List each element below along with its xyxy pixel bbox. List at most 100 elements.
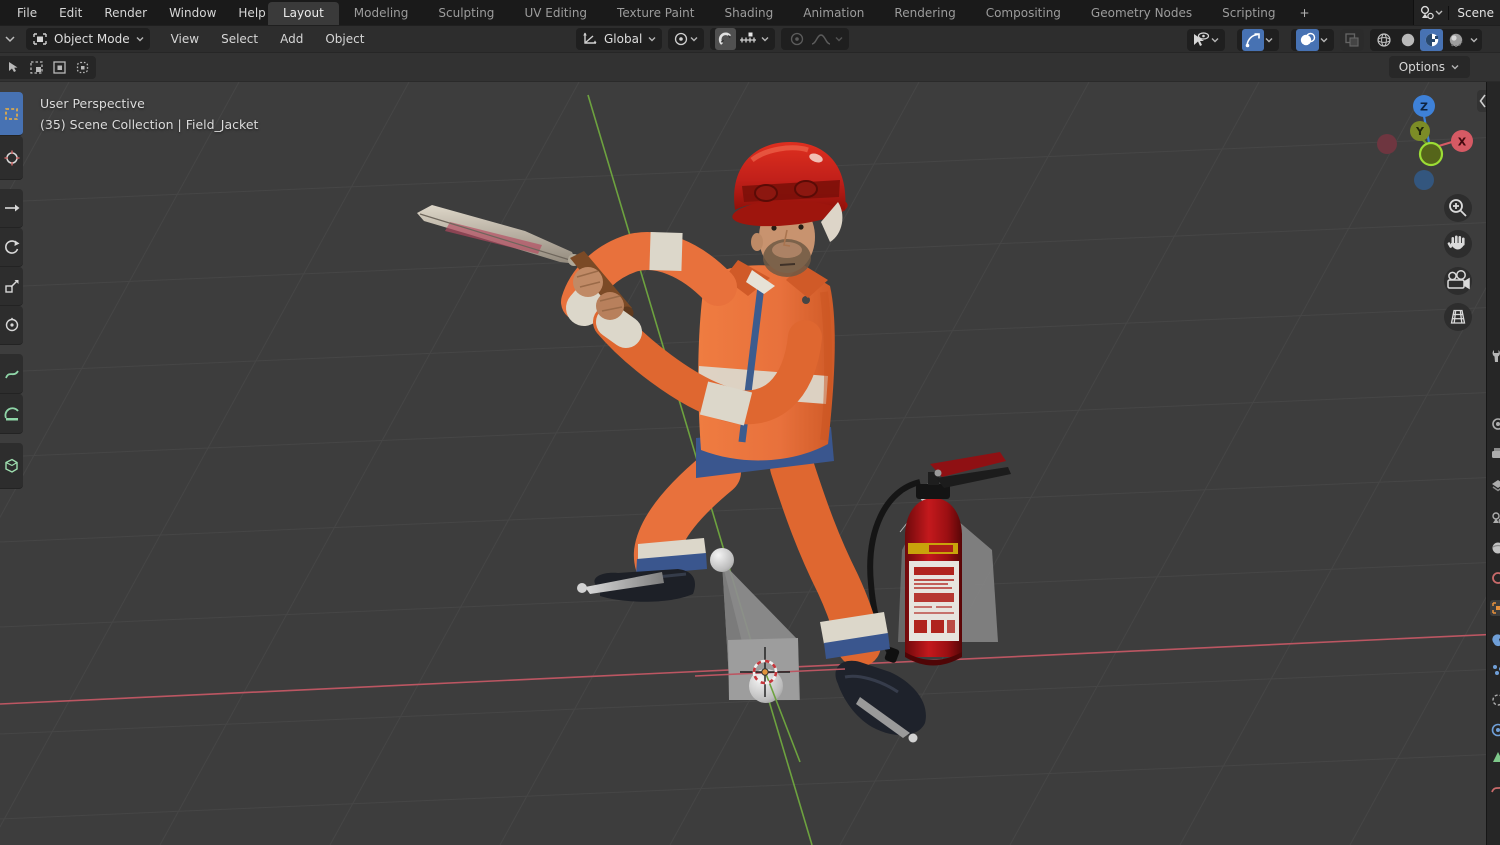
output-properties-tab-icon[interactable] <box>1490 446 1500 462</box>
menu-edit[interactable]: Edit <box>48 3 93 23</box>
mode-selector[interactable]: Object Mode <box>26 28 150 50</box>
pan-button[interactable] <box>1444 230 1472 258</box>
tool-properties-tab-icon[interactable] <box>1490 348 1500 364</box>
menu-object[interactable]: Object <box>314 29 375 49</box>
measure-tool-icon <box>4 406 19 420</box>
data-properties-tab-icon[interactable] <box>1490 750 1500 766</box>
shading-rendered-button[interactable] <box>1444 29 1467 51</box>
select-tweak-button[interactable] <box>3 58 24 77</box>
tab-sculpting[interactable]: Sculpting <box>423 2 509 25</box>
tab-animation[interactable]: Animation <box>788 2 879 25</box>
menu-view[interactable]: View <box>160 29 210 49</box>
chevron-down-icon <box>1265 38 1273 43</box>
3d-viewport[interactable]: Y Z X User Perspective (35) Scene Collec… <box>0 82 1500 845</box>
snap-toggle[interactable] <box>715 28 737 50</box>
proportional-falloff-selector[interactable] <box>808 28 834 50</box>
menu-file[interactable]: File <box>6 3 48 23</box>
select-box-button[interactable] <box>26 58 47 77</box>
magnet-icon <box>719 32 732 45</box>
ortho-toggle-button[interactable] <box>1444 303 1472 331</box>
world-properties-tab-icon[interactable] <box>1490 540 1500 556</box>
tool-move[interactable] <box>0 189 23 228</box>
particle-properties-tab-icon[interactable] <box>1490 662 1500 678</box>
gizmo-axis-neg-x[interactable] <box>1377 134 1397 154</box>
rotate-tool-icon <box>4 240 19 254</box>
tool-annotate[interactable] <box>0 354 23 394</box>
view-layer-tab-icon[interactable] <box>1490 478 1500 494</box>
tool-rotate[interactable] <box>0 228 23 267</box>
show-overlays-toggle[interactable] <box>1296 29 1319 51</box>
editor-type-chevron-icon[interactable] <box>2 31 18 47</box>
falloff-curve-icon <box>812 33 831 45</box>
pivot-point-icon <box>675 32 688 46</box>
show-gizmo-toggle[interactable] <box>1242 29 1264 51</box>
viewport-shading-group <box>1370 29 1482 51</box>
gizmo-axis-neg-z[interactable] <box>1414 170 1434 190</box>
chevron-down-icon <box>1470 38 1478 43</box>
tab-texture-paint[interactable]: Texture Paint <box>602 2 709 25</box>
tab-layout[interactable]: Layout <box>268 2 339 25</box>
tab-geometry-nodes[interactable]: Geometry Nodes <box>1076 2 1207 25</box>
gizmo-axis-neg-y[interactable] <box>1418 141 1444 167</box>
menu-add[interactable]: Add <box>269 29 314 49</box>
scene-selector[interactable]: Scene <box>1413 0 1500 25</box>
tab-compositing[interactable]: Compositing <box>971 2 1076 25</box>
light-object-front[interactable] <box>710 548 800 703</box>
scene-properties-tab-icon[interactable] <box>1490 510 1500 526</box>
object-properties-tab-icon[interactable] <box>1490 600 1500 616</box>
select-mode-group <box>0 56 96 79</box>
solid-sphere-icon <box>1401 33 1414 47</box>
menu-select[interactable]: Select <box>210 29 269 49</box>
properties-editor-sliver <box>1486 82 1500 845</box>
annotate-tool-icon <box>4 369 19 378</box>
viewport-canvas[interactable]: Y Z X <box>0 82 1500 845</box>
tool-add-cube[interactable] <box>0 443 23 489</box>
shading-wireframe-button[interactable] <box>1372 29 1395 51</box>
zoom-button[interactable] <box>1444 194 1472 222</box>
physics-properties-tab-icon[interactable] <box>1490 692 1500 708</box>
gizmo-icon <box>1245 33 1260 48</box>
shading-solid-button[interactable] <box>1396 29 1419 51</box>
snap-target-selector[interactable] <box>736 28 760 50</box>
tab-rendering[interactable]: Rendering <box>879 2 970 25</box>
cursor-tool-icon <box>4 150 19 165</box>
tab-shading[interactable]: Shading <box>709 2 788 25</box>
camera-view-button[interactable] <box>1444 267 1472 295</box>
collection-properties-tab-icon[interactable] <box>1490 570 1500 586</box>
transform-orientation-selector[interactable]: Global <box>576 28 663 50</box>
menu-window[interactable]: Window <box>158 3 227 23</box>
header-right-cluster <box>1187 29 1482 51</box>
move-tool-icon <box>4 204 19 212</box>
modifier-properties-tab-icon[interactable] <box>1490 632 1500 648</box>
tab-modeling[interactable]: Modeling <box>339 2 424 25</box>
worker-character-object[interactable] <box>417 142 926 736</box>
tool-scale[interactable] <box>0 267 23 306</box>
render-properties-tab-icon[interactable] <box>1490 416 1500 432</box>
texture-properties-tab-icon[interactable] <box>1490 780 1500 796</box>
add-workspace-button[interactable]: + <box>1291 2 1319 25</box>
tool-cursor[interactable] <box>0 136 23 180</box>
tool-transform[interactable] <box>0 306 23 345</box>
toolbar <box>0 92 23 489</box>
constraint-properties-tab-icon[interactable] <box>1490 722 1500 738</box>
chevron-down-icon <box>648 37 656 42</box>
proportional-edit-toggle[interactable] <box>786 28 808 50</box>
scene-name-label: Scene <box>1448 5 1494 20</box>
overlays-group <box>1291 29 1334 51</box>
xray-toggle[interactable] <box>1340 29 1364 51</box>
material-preview-sphere-icon <box>1425 33 1438 47</box>
object-visibility-selector[interactable] <box>1187 29 1225 51</box>
tool-select-box[interactable] <box>0 92 23 136</box>
tab-uv-editing[interactable]: UV Editing <box>509 2 602 25</box>
select-lasso-button[interactable] <box>72 58 93 77</box>
pivot-point-selector[interactable] <box>668 28 705 50</box>
shading-material-button[interactable] <box>1420 29 1443 51</box>
select-circle-button[interactable] <box>49 58 70 77</box>
tool-measure[interactable] <box>0 394 23 434</box>
navigation-gizmo[interactable]: Y Z X <box>1377 95 1473 190</box>
tab-scripting[interactable]: Scripting <box>1207 2 1290 25</box>
options-button[interactable]: Options <box>1388 56 1470 78</box>
options-label: Options <box>1398 60 1445 74</box>
orientation-axes-icon <box>583 32 597 44</box>
menu-render[interactable]: Render <box>93 3 158 23</box>
